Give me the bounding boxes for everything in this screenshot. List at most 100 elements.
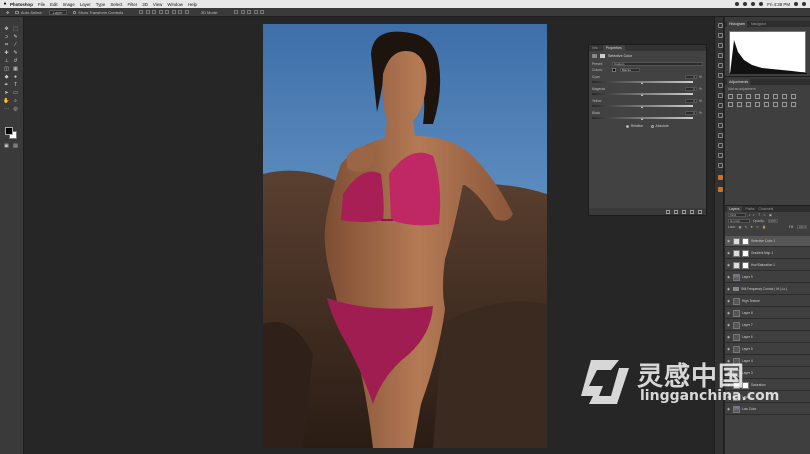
slider-track[interactable] (592, 93, 693, 96)
slider-value-field[interactable]: 0 (685, 87, 697, 91)
colors-dropdown[interactable]: Blacks (620, 68, 640, 72)
paragraph-panel-icon[interactable] (717, 93, 723, 98)
menu-edit[interactable]: Edit (50, 2, 58, 7)
visibility-eye-icon[interactable] (690, 209, 694, 214)
quick-select-tool-icon[interactable]: ✎ (12, 34, 19, 40)
layer-kind-filter[interactable]: Kind (728, 213, 746, 217)
color-lookup-icon[interactable] (746, 102, 751, 107)
layer-mask-thumb[interactable] (742, 237, 749, 245)
actions-panel-icon[interactable] (717, 33, 723, 38)
brush-tool-icon[interactable]: ✎ (12, 50, 19, 56)
distribute-horizontal-icon[interactable] (184, 10, 189, 14)
show-transform-option[interactable]: Show Transform Controls (72, 10, 123, 15)
slider-knob[interactable] (640, 118, 643, 120)
opacity-field[interactable]: 100% (767, 219, 778, 223)
artboard-icon[interactable]: ▤ (12, 143, 19, 149)
scale-3d-icon[interactable] (260, 10, 265, 14)
tab-properties[interactable]: Properties (602, 45, 625, 51)
visibility-eye-icon[interactable]: ◉ (727, 299, 731, 303)
clone-stamp-tool-icon[interactable]: ⊥ (3, 58, 10, 64)
tab-paths[interactable]: Paths (746, 207, 755, 211)
notification-center-icon[interactable] (802, 2, 806, 6)
menu-help[interactable]: Help (188, 2, 197, 7)
align-center-icon[interactable] (165, 10, 170, 14)
glyphs-panel-icon[interactable] (717, 153, 723, 158)
absolute-option[interactable]: Absolute (651, 124, 669, 128)
layer-row[interactable]: ◉ High Texture (725, 296, 810, 307)
clone-source-panel-icon[interactable] (717, 123, 723, 128)
eyedropper-tool-icon[interactable]: ⁄ (12, 42, 19, 48)
slider-value-field[interactable]: 0 (685, 99, 697, 103)
foreground-color-swatch[interactable] (5, 127, 13, 135)
visibility-eye-icon[interactable]: ◉ (727, 347, 731, 351)
layer-mask-thumb[interactable] (742, 249, 749, 257)
slide-3d-icon[interactable] (253, 10, 258, 14)
tab-histogram[interactable]: Histogram (727, 21, 747, 27)
timeline-panel-icon[interactable] (717, 133, 723, 138)
layer-row[interactable]: ◉ Layer 8 (725, 308, 810, 319)
visibility-eye-icon[interactable]: ◉ (727, 311, 731, 315)
blur-tool-icon[interactable]: ◆ (3, 74, 10, 80)
eraser-tool-icon[interactable]: ◫ (3, 66, 10, 72)
filter-smart-object-icon[interactable]: ▣ (769, 213, 772, 217)
notes-panel-icon[interactable] (717, 143, 723, 148)
trash-icon[interactable] (698, 209, 702, 214)
plugin-panel-2-icon[interactable] (717, 187, 723, 192)
filter-shape-icon[interactable]: ▭ (763, 213, 766, 217)
hue-saturation-icon[interactable] (773, 94, 778, 99)
lock-position-icon[interactable]: ✥ (750, 225, 753, 229)
creative-cloud-icon[interactable] (735, 2, 740, 6)
visibility-eye-icon[interactable]: ◉ (727, 239, 731, 243)
relative-option[interactable]: Relative (626, 124, 643, 128)
filter-adjustment-icon[interactable]: ◐ (753, 213, 755, 217)
path-selection-tool-icon[interactable]: ➤ (3, 90, 10, 96)
menu-window[interactable]: Window (167, 2, 183, 7)
adjustment-layer-icon[interactable] (592, 54, 597, 58)
layer-mask-thumb[interactable] (742, 261, 749, 269)
align-top-icon[interactable] (139, 10, 144, 14)
tab-info[interactable]: Info (592, 46, 598, 50)
crop-tool-icon[interactable]: ⌗ (3, 42, 10, 48)
tab-channels[interactable]: Channels (758, 207, 773, 211)
roll-3d-icon[interactable] (240, 10, 245, 14)
lock-image-icon[interactable]: ✎ (745, 225, 748, 229)
view-previous-icon[interactable] (674, 209, 678, 214)
filter-pixel-icon[interactable]: ▪ (749, 213, 750, 217)
tab-adjustments[interactable]: Adjustments (727, 79, 751, 85)
filter-type-icon[interactable]: T (758, 213, 760, 217)
lock-artboard-icon[interactable]: ▭ (756, 225, 759, 229)
layer-row[interactable]: ◉ Selective Color 1 (725, 236, 810, 247)
reset-icon[interactable] (682, 209, 686, 214)
menu-type[interactable]: Type (96, 2, 106, 7)
menu-app-name[interactable]: Photoshop (10, 2, 33, 7)
styles-panel-icon[interactable] (717, 103, 723, 108)
fill-field[interactable]: 100% (797, 225, 807, 229)
quick-mask-icon[interactable]: ◎ (12, 106, 19, 112)
brush-panel-icon[interactable] (717, 73, 723, 78)
measurement-panel-icon[interactable] (717, 163, 723, 168)
menu-3d[interactable]: 3D (142, 2, 148, 7)
layer-row[interactable]: ◉ Layer 7 (725, 320, 810, 331)
threshold-icon[interactable] (773, 102, 778, 107)
lock-all-icon[interactable]: 🔒 (762, 225, 766, 229)
hand-tool-icon[interactable]: ✋ (3, 98, 10, 104)
align-middle-icon[interactable] (145, 10, 150, 14)
slider-track[interactable] (592, 81, 693, 84)
tab-layers[interactable]: Layers (727, 206, 742, 212)
menu-view[interactable]: View (153, 2, 162, 7)
history-panel-icon[interactable] (717, 23, 723, 28)
move-tool-icon[interactable]: ✥ (3, 26, 10, 32)
plugin-panel-icon[interactable] (717, 175, 723, 180)
blend-mode-dropdown[interactable]: Normal (728, 219, 750, 223)
align-right-icon[interactable] (171, 10, 176, 14)
apple-icon[interactable]: ● (0, 1, 10, 7)
selective-color-icon[interactable] (791, 102, 796, 107)
relative-radio[interactable] (626, 124, 630, 128)
layer-mask-icon[interactable] (600, 54, 605, 58)
preset-dropdown[interactable]: Custom (612, 62, 703, 66)
layer-row[interactable]: ◉ Hue/Saturation 1 (725, 260, 810, 271)
levels-icon[interactable] (737, 94, 742, 99)
channel-mixer-icon[interactable] (737, 102, 742, 107)
volume-icon[interactable] (751, 2, 756, 6)
visibility-eye-icon[interactable]: ◉ (727, 251, 731, 255)
